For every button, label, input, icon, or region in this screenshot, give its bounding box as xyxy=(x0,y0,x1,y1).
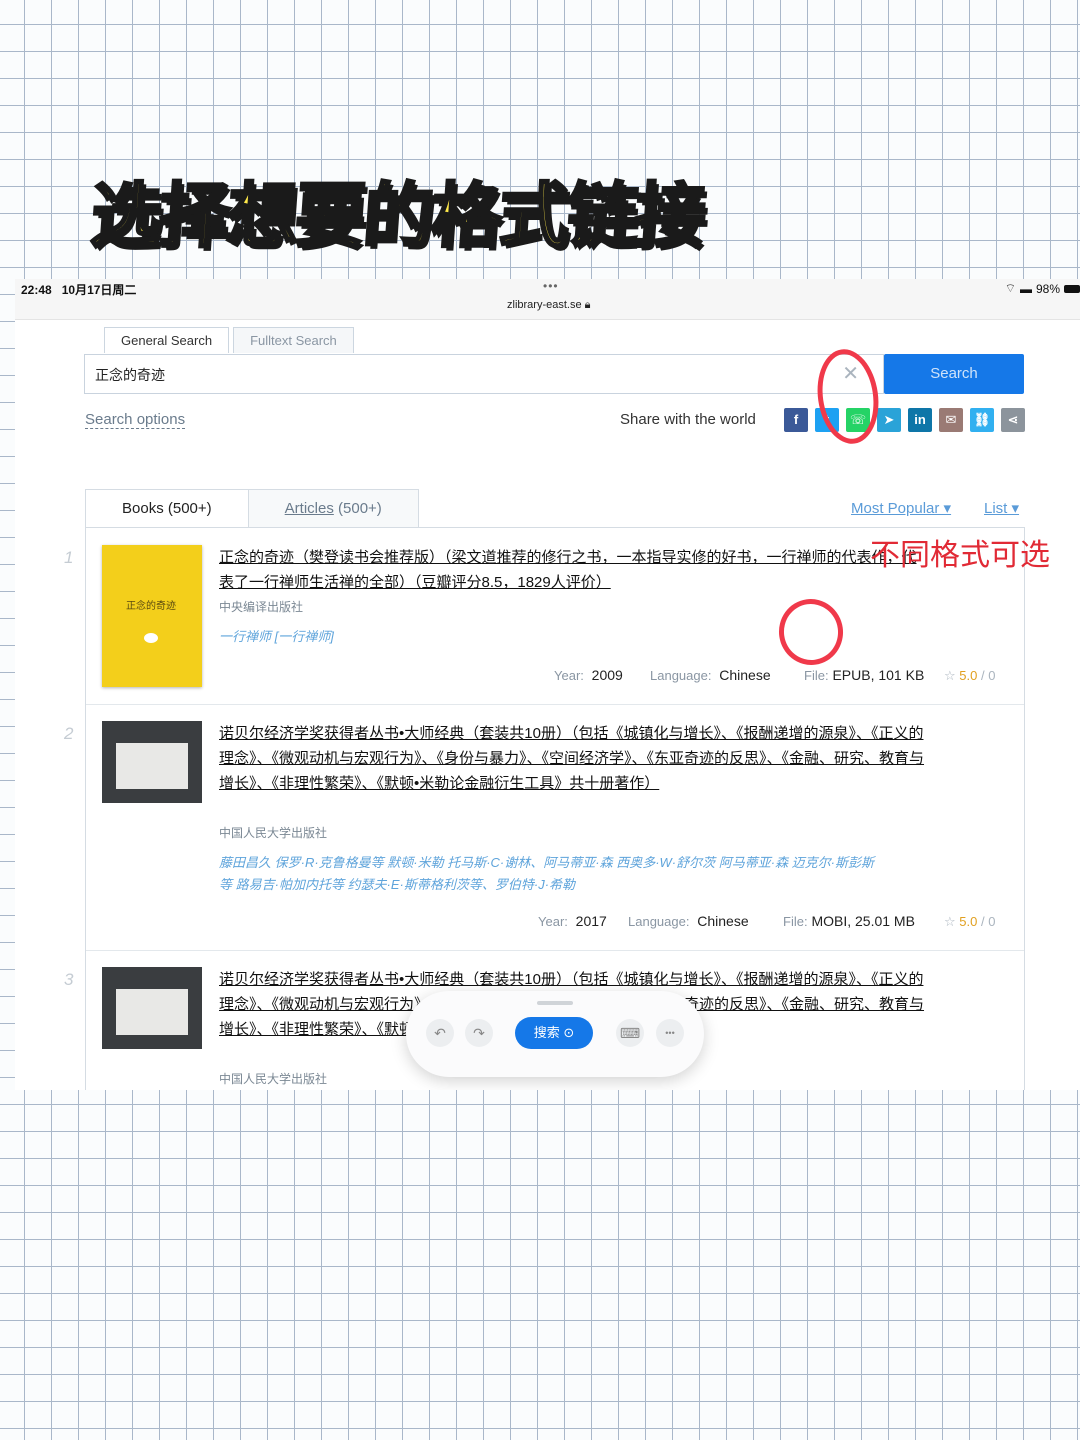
authors[interactable]: 藤田昌久 保罗·R·克鲁格曼等 默顿·米勒 托马斯·C·谢林、阿马蒂亚·森 西奥… xyxy=(219,852,879,896)
floating-toolbar: ↶ ↷ 搜索 ⊙ ⌨ ••• xyxy=(406,991,704,1077)
publisher[interactable]: 中央编译出版社 xyxy=(219,598,303,615)
more-dots-icon[interactable]: ••• xyxy=(543,279,559,293)
book-cover[interactable]: 正念的奇迹 xyxy=(102,545,202,687)
share-label: Share with the world xyxy=(620,411,756,428)
keyboard-icon[interactable]: ⌨ xyxy=(616,1019,644,1047)
publisher[interactable]: 中国人民大学出版社 xyxy=(219,1070,327,1087)
headline-overlay: 选择想要的格式链接 xyxy=(87,174,708,259)
search-options-link[interactable]: Search options xyxy=(85,411,186,429)
publisher[interactable]: 中国人民大学出版社 xyxy=(219,824,327,841)
battery-percent: 98% xyxy=(1035,281,1060,296)
book-cover[interactable] xyxy=(102,721,202,803)
status-time: 22:48 10月17日周二 xyxy=(21,283,137,297)
book-title-link[interactable]: 正念的奇迹（樊登读书会推荐版）（梁文道推荐的修行之书，一本指导实修的好书，一行禅… xyxy=(219,545,929,595)
lotus-icon xyxy=(144,633,158,643)
book-cover[interactable] xyxy=(102,967,202,1049)
year: Year: 2017 xyxy=(538,913,607,929)
search-mode-tabs: General Search Fulltext Search xyxy=(104,327,354,353)
book-title-link[interactable]: 诺贝尔经济学奖获得者丛书•大师经典（套装共10册）（包括《城镇化与增长》、《报酬… xyxy=(219,721,929,796)
sort-dropdown[interactable]: Most Popular ▾ xyxy=(851,499,951,517)
annotation-note: 不同格式可选 xyxy=(870,538,1050,573)
drag-handle[interactable] xyxy=(537,1001,573,1005)
more-icon[interactable]: ••• xyxy=(656,1019,684,1047)
rating: ☆ 5.0 / 0 xyxy=(944,668,996,683)
search-input[interactable]: 正念的奇迹 ✕ xyxy=(84,354,884,394)
battery-icon xyxy=(1064,284,1080,293)
year: Year: 2009 xyxy=(554,667,623,683)
redo-icon[interactable]: ↷ xyxy=(465,1019,493,1047)
star-icon: ☆ xyxy=(944,668,956,683)
email-icon[interactable]: ✉ xyxy=(939,408,963,432)
search-button[interactable]: Search xyxy=(884,354,1024,394)
language: Language: Chinese xyxy=(628,913,749,929)
car-icon: ▬ xyxy=(1019,281,1032,296)
search-query: 正念的奇迹 xyxy=(95,367,165,383)
tab-fulltext-search[interactable]: Fulltext Search xyxy=(233,327,354,353)
linkedin-icon[interactable]: in xyxy=(908,408,932,432)
url-bar[interactable]: zlibrary-east.se 🔒︎ xyxy=(507,299,591,312)
telegram-icon[interactable]: ➤ xyxy=(877,408,901,432)
result-number: 2 xyxy=(64,724,74,743)
search-keyboard-button[interactable]: 搜索 ⊙ xyxy=(515,1017,593,1049)
star-icon: ☆ xyxy=(944,914,956,929)
tab-books[interactable]: Books (500+) xyxy=(85,489,249,529)
result-type-tabs: Books (500+) Articles (500+) xyxy=(85,489,419,529)
list-item: 2 诺贝尔经济学奖获得者丛书•大师经典（套装共10册）（包括《城镇化与增长》、《… xyxy=(64,704,1024,951)
share-icon[interactable]: ⋖ xyxy=(1001,408,1025,432)
status-bar: 22:48 10月17日周二 ••• zlibrary-east.se 🔒︎ ⌔… xyxy=(15,279,1080,320)
facebook-icon[interactable]: f xyxy=(784,408,808,432)
box-set-image xyxy=(116,989,188,1035)
tab-articles[interactable]: Articles (500+) xyxy=(248,489,419,529)
cover-title: 正念的奇迹 xyxy=(126,601,176,612)
rating: ☆ 5.0 / 0 xyxy=(944,914,996,929)
browser-screen: 22:48 10月17日周二 ••• zlibrary-east.se 🔒︎ ⌔… xyxy=(15,279,1080,1090)
link-icon[interactable]: ⛓ xyxy=(970,408,994,432)
status-indicators: ⌔ ▬ 98% xyxy=(1005,281,1080,296)
tab-general-search[interactable]: General Search xyxy=(104,327,230,353)
language: Language: Chinese xyxy=(650,667,771,683)
undo-icon[interactable]: ↶ xyxy=(426,1019,454,1047)
file-format[interactable]: File: MOBI, 25.01 MB xyxy=(783,913,915,929)
result-number: 3 xyxy=(64,970,74,989)
view-dropdown[interactable]: List ▾ xyxy=(984,499,1019,517)
lock-icon: 🔒︎ xyxy=(584,299,591,311)
file-format[interactable]: File: EPUB, 101 KB xyxy=(804,667,924,683)
result-number: 1 xyxy=(64,548,74,567)
wifi-icon: ⌔ xyxy=(1004,281,1016,295)
box-set-image xyxy=(116,743,188,789)
